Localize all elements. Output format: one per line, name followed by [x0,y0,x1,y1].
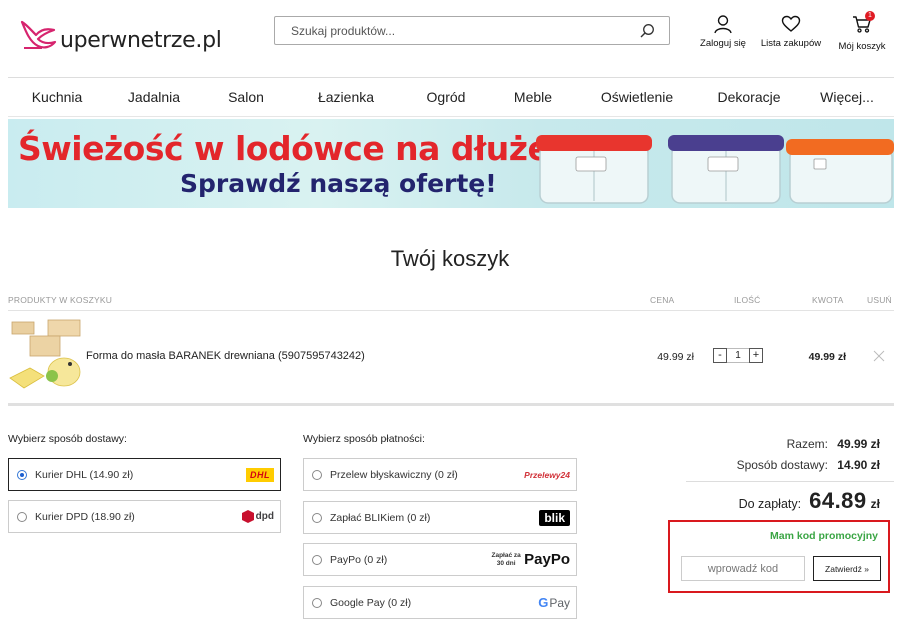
dpd-logo-icon: dpd [241,510,274,523]
delivery-title: Wybierz sposób dostawy: [8,433,127,445]
product-thumbnail[interactable] [8,318,82,394]
promo-banner[interactable]: Świeżość w lodówce na dłużej! Sprawdź na… [8,119,894,208]
paypo-logo-icon: Zapłać za 30 dni PayPo [491,551,571,568]
col-products-header: PRODUKTY W KOSZYKU [8,295,113,305]
total-currency: zł [870,497,880,511]
nav-item-meble[interactable]: Meble [490,78,576,116]
logo-mark-icon [20,20,57,49]
shipping-row: Sposób dostawy: 14.90 zł [737,458,880,472]
cart-count-badge: 1 [865,11,875,21]
nav-item-kuchnia[interactable]: Kuchnia [8,78,106,116]
google-pay-logo-icon: G Pay [538,595,570,610]
cart-label: Mój koszyk [838,41,886,52]
total-value: 64.89 [809,488,867,513]
qty-value[interactable]: 1 [727,348,749,363]
total-row: Do zapłaty: 64.89 zł [739,488,880,514]
radio-googlepay[interactable] [312,597,322,608]
col-qty-header: ILOŚĆ [734,295,761,305]
promo-code-input[interactable] [681,556,805,581]
payment-title: Wybierz sposób płatności: [303,433,425,445]
quantity-stepper: - 1 + [713,348,763,363]
nav-item-wiecej[interactable]: Więcej... [800,78,894,116]
payment-option-label: PayPo (0 zł) [330,553,388,566]
account-button[interactable]: Zaloguj się [700,14,746,49]
cart-button[interactable]: 1 Mój koszyk [836,11,888,52]
nav-item-ogrod[interactable]: Ogród [402,78,490,116]
nav-item-lazienka[interactable]: Łazienka [290,78,402,116]
table-header-divider [8,310,894,311]
payment-option-label: Google Pay (0 zł) [330,596,412,609]
col-amount-header: KWOTA [812,295,844,305]
product-name[interactable]: Forma do masła BARANEK drewniana (590759… [86,350,365,362]
account-label: Zaloguj się [700,38,746,49]
wishlist-button[interactable]: Lista zakupów [760,14,822,49]
search-box [274,16,670,45]
delivery-option-dhl[interactable]: Kurier DHL (14.90 zł) DHL [8,458,281,491]
nav-item-dekoracje[interactable]: Dekoracje [698,78,800,116]
product-price: 49.99 zł [657,351,694,363]
radio-dhl[interactable] [17,469,27,480]
nav-item-oswietlenie[interactable]: Oświetlenie [576,78,698,116]
dhl-logo-icon: DHL [246,467,274,482]
delivery-option-dpd[interactable]: Kurier DPD (18.90 zł) dpd [8,500,281,533]
site-logo[interactable]: uperwnetrze.pl [18,12,222,56]
payment-option-przelew[interactable]: Przelew błyskawiczny (0 zł) Przelewy24 [303,458,577,491]
product-total: 49.99 zł [808,351,846,363]
promo-submit-button[interactable]: Zatwierdź » [813,556,881,581]
nav-divider [8,116,894,117]
delivery-option-label: Kurier DHL (14.90 zł) [35,468,134,481]
logo-text: uperwnetrze.pl [60,28,222,53]
radio-przelew[interactable] [312,469,322,480]
qty-plus-button[interactable]: + [749,348,763,363]
shipping-label: Sposób dostawy: [736,458,828,472]
promo-code-toggle[interactable]: Mam kod promocyjny [770,530,878,542]
category-nav: Kuchnia Jadalnia Salon Łazienka Ogród Me… [8,78,894,116]
total-label: Do zapłaty: [738,497,802,511]
qty-minus-button[interactable]: - [713,348,727,363]
payment-option-blik[interactable]: Zapłać BLIKiem (0 zł) blik [303,501,577,534]
radio-dpd[interactable] [17,511,27,522]
site-header: uperwnetrze.pl Zaloguj się Lista zakupów… [0,0,900,78]
shipping-value: 14.90 zł [837,458,880,472]
user-icon [714,15,732,34]
nav-item-salon[interactable]: Salon [202,78,290,116]
delivery-option-label: Kurier DPD (18.90 zł) [35,510,135,523]
heart-icon [781,15,801,32]
subtotal-label: Razem: [786,437,828,451]
blik-logo-icon: blik [539,509,570,526]
payment-option-label: Przelew błyskawiczny (0 zł) [330,468,458,481]
close-icon[interactable] [873,350,885,362]
col-remove-header: USUŃ [867,295,892,305]
col-price-header: CENA [650,295,675,305]
payment-option-paypo[interactable]: PayPo (0 zł) Zapłać za 30 dni PayPo [303,543,577,576]
subtotal-row: Razem: 49.99 zł [787,437,880,451]
payment-option-label: Zapłać BLIKiem (0 zł) [330,511,431,524]
food-containers-image [536,135,894,204]
payment-option-googlepay[interactable]: Google Pay (0 zł) G Pay [303,586,577,619]
summary-divider [686,481,894,482]
cart-divider [8,403,894,406]
search-icon[interactable] [639,23,655,39]
search-input[interactable] [275,17,615,44]
radio-blik[interactable] [312,512,322,523]
subtotal-value: 49.99 zł [837,437,880,451]
promo-code-section: Mam kod promocyjny Zatwierdź » [668,520,890,593]
nav-item-jadalnia[interactable]: Jadalnia [106,78,202,116]
przelewy24-logo-icon: Przelewy24 [524,469,570,480]
radio-paypo[interactable] [312,554,322,565]
page-title: Twój koszyk [390,246,510,271]
wishlist-label: Lista zakupów [760,38,822,49]
